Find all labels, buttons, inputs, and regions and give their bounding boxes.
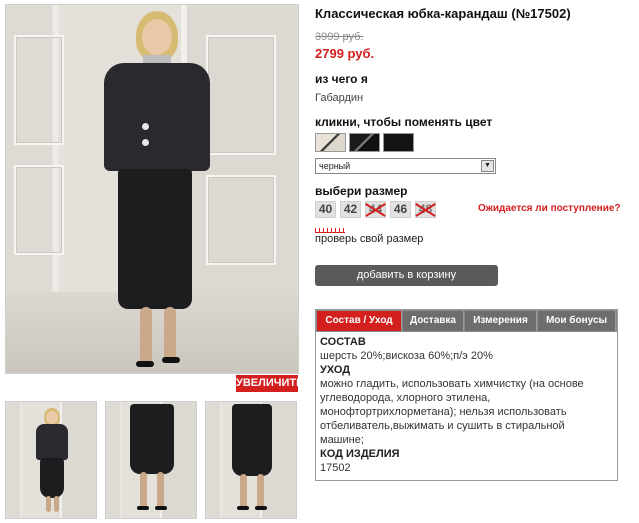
tab-bar: Состав / Уход Доставка Измерения Мои бон…	[316, 310, 617, 332]
zoom-button[interactable]: УВЕЛИЧИТЬ	[236, 375, 304, 392]
thumbnail-1[interactable]	[5, 401, 97, 519]
color-select-value: черный	[319, 161, 351, 171]
color-heading: кликни, чтобы поменять цвет	[315, 115, 493, 129]
product-code: 17502	[320, 462, 351, 474]
size-option-48-unavailable: 48	[415, 201, 436, 218]
model-figure	[6, 5, 298, 373]
composition-heading: СОСТАВ	[320, 336, 366, 348]
composition-text: шерсть 20%;вискоза 60%;п/э 20%	[320, 350, 493, 362]
old-price: 3999 руб.	[315, 31, 364, 43]
tab-composition-care[interactable]: Состав / Уход	[317, 311, 402, 331]
product-details-tabs: Состав / Уход Доставка Измерения Мои бон…	[315, 309, 618, 481]
size-option-44-unavailable: 44	[365, 201, 386, 218]
check-size-link[interactable]: проверь свой размер	[315, 233, 423, 245]
restock-link[interactable]: Ожидается ли поступление?	[478, 203, 621, 214]
tab-delivery[interactable]: Доставка	[403, 311, 464, 331]
add-to-cart-button[interactable]: добавить в корзину	[315, 265, 498, 286]
sale-price: 2799 руб.	[315, 46, 375, 61]
size-heading: выбери размер	[315, 184, 408, 198]
tab-content: СОСТАВ шерсть 20%;вискоза 60%;п/э 20% УХ…	[320, 335, 610, 475]
thumbnail-2[interactable]	[105, 401, 197, 519]
product-title: Классическая юбка-карандаш (№17502)	[315, 6, 571, 21]
color-swatch-black-grey[interactable]	[349, 133, 380, 152]
main-product-photo[interactable]	[5, 4, 299, 374]
care-heading: УХОД	[320, 364, 351, 376]
size-option-42[interactable]: 42	[340, 201, 361, 218]
color-swatch-black[interactable]	[383, 133, 414, 152]
code-heading: КОД ИЗДЕЛИЯ	[320, 448, 400, 460]
size-option-46[interactable]: 46	[390, 201, 411, 218]
thumbnail-3[interactable]	[205, 401, 297, 519]
color-select[interactable]: черный ▼	[315, 158, 496, 174]
tab-measurements[interactable]: Измерения	[465, 311, 537, 331]
chevron-down-icon[interactable]: ▼	[481, 160, 494, 172]
material-heading: из чего я	[315, 72, 368, 86]
tab-my-bonuses[interactable]: Мои бонусы	[538, 311, 616, 331]
color-swatch-beige[interactable]	[315, 133, 346, 152]
material-value: Габардин	[315, 92, 364, 104]
care-text: можно гладить, использовать химчистку (н…	[320, 378, 584, 446]
size-option-40[interactable]: 40	[315, 201, 336, 218]
